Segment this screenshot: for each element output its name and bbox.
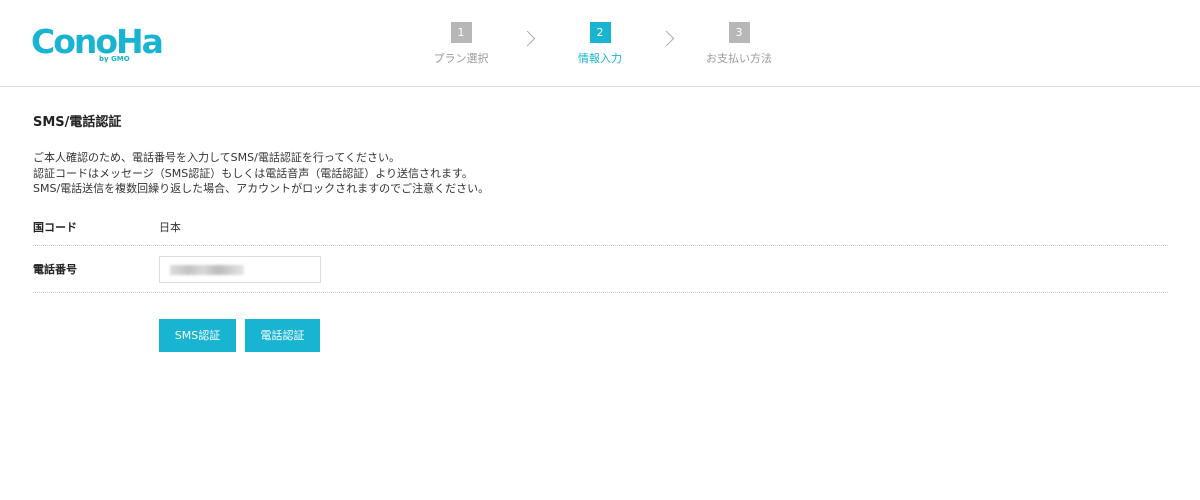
phone-number-label: 電話番号	[33, 263, 77, 276]
instruction-line: 認証コードはメッセージ（SMS認証）もしくは電話音声（電話認証）より送信されます…	[33, 166, 473, 180]
step-number: 2	[589, 22, 611, 43]
phone-verify-button[interactable]: 電話認証	[245, 319, 320, 352]
chevron-right-icon	[658, 30, 675, 47]
country-code-label: 国コード	[33, 221, 77, 234]
chevron-right-icon	[519, 30, 536, 47]
instruction-line: ご本人確認のため、電話番号を入力してSMS/電話認証を行ってください。	[33, 151, 400, 164]
instruction-line: SMS/電話送信を複数回繰り返した場合、アカウントがロックされますのでご注意くだ…	[33, 182, 490, 195]
step-label: お支払い方法	[706, 52, 772, 65]
sms-verify-button[interactable]: SMS認証	[159, 319, 236, 352]
step-label: 情報入力	[578, 52, 622, 65]
step-number: 1	[450, 22, 472, 43]
header: ConoHa by GMO 1 プラン選択 2 情報入力 3 お支払い方法	[0, 0, 1200, 87]
step-payment-method: 3 お支払い方法	[689, 22, 789, 66]
phone-number-row: 電話番号	[33, 246, 1168, 293]
instructions: ご本人確認のため、電話番号を入力してSMS/電話認証を行ってください。 認証コー…	[33, 150, 489, 197]
page-title: SMS/電話認証	[33, 115, 122, 130]
progress-steps: 1 プラン選択 2 情報入力 3 お支払い方法	[0, 0, 1200, 87]
phone-number-input[interactable]	[159, 256, 321, 283]
redacted-phone-value	[170, 265, 244, 275]
country-code-row: 国コード 日本	[33, 212, 1168, 246]
step-number: 3	[728, 22, 750, 43]
country-code-value: 日本	[159, 221, 181, 234]
step-plan-select: 1 プラン選択	[411, 22, 511, 66]
step-info-input: 2 情報入力	[550, 22, 650, 66]
step-label: プラン選択	[433, 52, 489, 65]
